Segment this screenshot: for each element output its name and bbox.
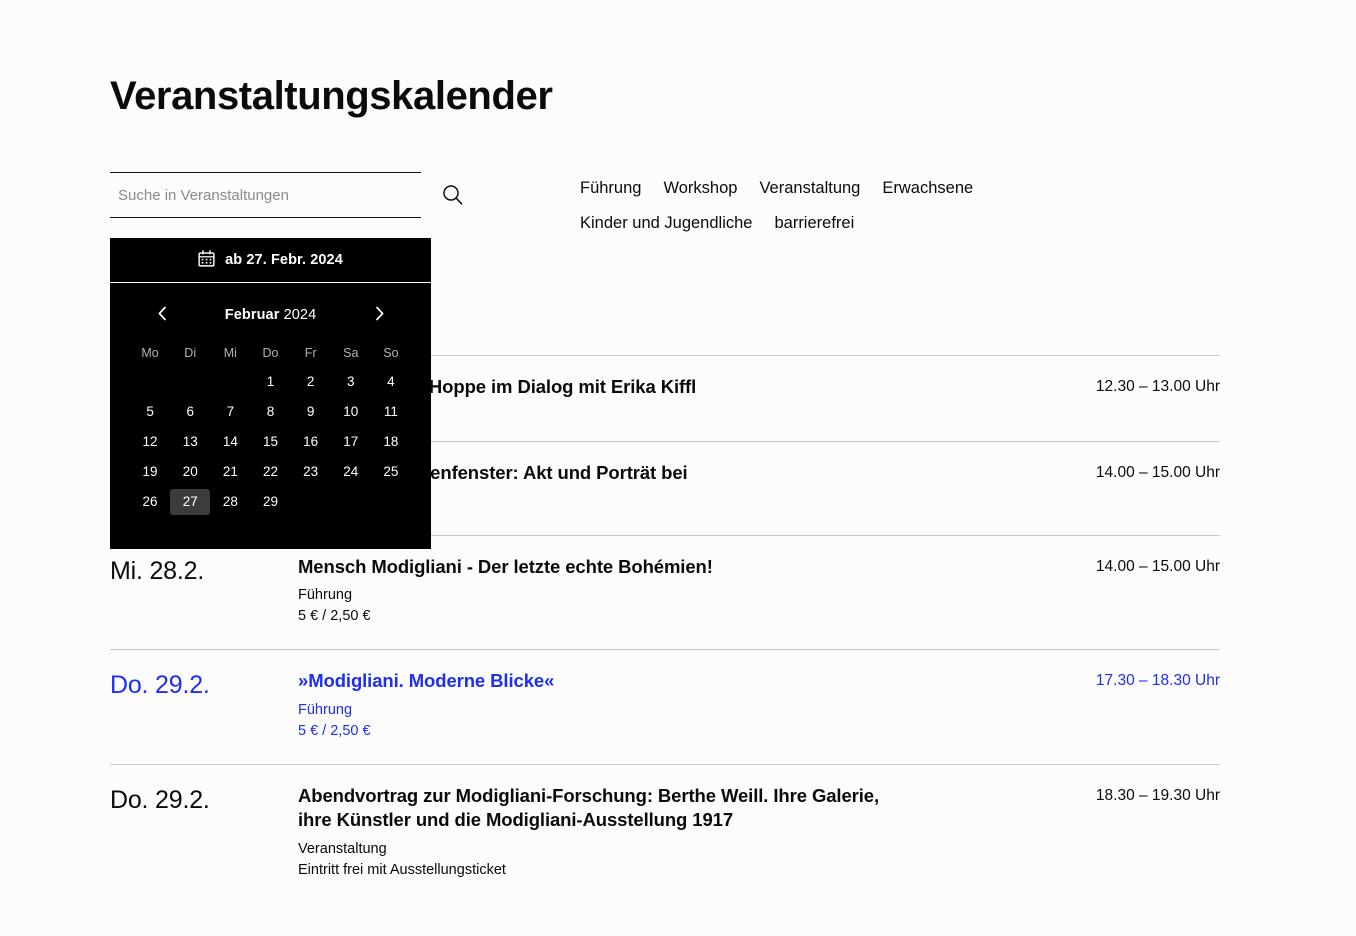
calendar-day-13[interactable]: 13 bbox=[170, 429, 210, 455]
calendar-day-8[interactable]: 8 bbox=[250, 399, 290, 425]
event-price: 5 € / 2,50 € bbox=[298, 722, 371, 739]
event-time: 14.00 – 15.00 Uhr bbox=[1095, 464, 1220, 481]
filter-tag-fuehrung[interactable]: Führung bbox=[580, 173, 641, 204]
calendar-weekday-so: So bbox=[383, 346, 399, 360]
event-category: Veranstaltung bbox=[298, 841, 387, 858]
filter-tag-barrierefrei[interactable]: barrierefrei bbox=[774, 208, 854, 239]
calendar-year-label: 2024 bbox=[283, 307, 317, 323]
calendar-day-15[interactable]: 15 bbox=[250, 429, 290, 455]
calendar-day-17[interactable]: 17 bbox=[331, 429, 371, 455]
filter-tag-kinder-und-jugendliche[interactable]: Kinder und Jugendliche bbox=[580, 208, 752, 239]
datepicker-toggle-button[interactable]: ab 27. Febr. 2024 bbox=[110, 238, 431, 282]
event-time: 17.30 – 18.30 Uhr bbox=[1095, 672, 1220, 690]
calendar-day-28[interactable]: 28 bbox=[210, 489, 250, 515]
calendar-day-18[interactable]: 18 bbox=[371, 429, 411, 455]
event-time: 14.00 – 15.00 Uhr bbox=[1095, 557, 1220, 575]
page-title: Veranstaltungskalender bbox=[110, 74, 553, 118]
calendar-day-12[interactable]: 12 bbox=[130, 429, 170, 455]
calendar-weekday-mi: Mi bbox=[223, 346, 237, 360]
calendar-day-2[interactable]: 2 bbox=[291, 369, 331, 395]
calendar-weekday-do: Do bbox=[262, 346, 279, 360]
calendar-day-24[interactable]: 24 bbox=[331, 459, 371, 485]
calendar-day-9[interactable]: 9 bbox=[291, 399, 331, 425]
calendar-month-label: Februar bbox=[224, 307, 280, 323]
search-input[interactable] bbox=[110, 173, 421, 217]
calendar-weekday-sa: Sa bbox=[343, 346, 359, 360]
calendar-day-16[interactable]: 16 bbox=[291, 429, 331, 455]
event-row[interactable]: Do. 29.2. »Modigliani. Moderne Blicke« Füh… bbox=[110, 649, 1220, 764]
chevron-left-icon bbox=[157, 306, 168, 324]
event-row[interactable]: Do. 29.2. Abendvortrag zur Modigliani-For… bbox=[110, 763, 1220, 903]
event-details: Abendvortrag zur Modigliani-Forschung: B… bbox=[298, 784, 938, 881]
event-category: Führung bbox=[298, 587, 353, 604]
calendar-day-19[interactable]: 19 bbox=[130, 459, 170, 485]
event-title: Abendvortrag zur Modigliani-Forschung: B… bbox=[298, 784, 880, 831]
datepicker: ab 27. Febr. 2024 Februar 2024 Mo Di Mi … bbox=[110, 238, 431, 549]
calendar-day-14[interactable]: 14 bbox=[210, 429, 250, 455]
calendar-day-6[interactable]: 6 bbox=[170, 399, 210, 425]
event-time: 18.30 – 19.30 Uhr bbox=[1095, 786, 1220, 804]
event-row[interactable]: Mi. 28.2. Mensch Modigliani - Der letzte … bbox=[110, 534, 1220, 650]
calendar-day-23[interactable]: 23 bbox=[291, 459, 331, 485]
calendar-empty-cell bbox=[210, 369, 250, 395]
search-submit-button[interactable] bbox=[436, 180, 468, 212]
calendar-day-22[interactable]: 22 bbox=[250, 459, 290, 485]
event-title: »Modigliani. Moderne Blicke« bbox=[298, 670, 555, 692]
calendar-icon bbox=[198, 249, 215, 271]
calendar-weekday-fr: Fr bbox=[304, 346, 317, 360]
datepicker-panel: Februar 2024 Mo Di Mi Do Fr Sa So 1 2 3 4 5 6 7 8 9 10 11… bbox=[110, 283, 431, 549]
calendar-day-4[interactable]: 4 bbox=[371, 369, 411, 395]
chevron-right-icon bbox=[374, 306, 385, 324]
datepicker-toggle-label: ab 27. Febr. 2024 bbox=[225, 252, 343, 268]
search-field[interactable] bbox=[110, 172, 421, 218]
calendar-day-11[interactable]: 11 bbox=[371, 399, 411, 425]
calendar-day-20[interactable]: 20 bbox=[170, 459, 210, 485]
calendar-next-month-button[interactable] bbox=[369, 305, 389, 325]
search-icon bbox=[442, 184, 463, 208]
event-date: Do. 29.2. bbox=[110, 671, 210, 700]
calendar-day-21[interactable]: 21 bbox=[210, 459, 250, 485]
calendar-day-27[interactable]: 27 bbox=[170, 489, 211, 515]
calendar-day-1[interactable]: 1 bbox=[250, 369, 290, 395]
event-date: Do. 29.2. bbox=[110, 785, 210, 814]
event-calendar-page: Veranstaltungskalender Führung Workshop … bbox=[0, 0, 1356, 936]
calendar-empty-cell bbox=[170, 369, 210, 395]
calendar-prev-month-button[interactable] bbox=[152, 305, 172, 325]
filter-tag-veranstaltung[interactable]: Veranstaltung bbox=[759, 173, 860, 204]
calendar-day-26[interactable]: 26 bbox=[130, 489, 170, 515]
calendar-day-29[interactable]: 29 bbox=[250, 489, 290, 515]
event-title: Mensch Modigliani - Der letzte echte Boh… bbox=[298, 555, 713, 577]
calendar-day-5[interactable]: 5 bbox=[130, 399, 170, 425]
calendar-day-3[interactable]: 3 bbox=[331, 369, 371, 395]
event-details: »Modigliani. Moderne Blicke« Führung 5 € /… bbox=[298, 669, 938, 742]
event-price: Eintritt frei mit Ausstellungsticket bbox=[298, 862, 506, 879]
event-price: 5 € / 2,50 € bbox=[298, 608, 371, 625]
calendar-grid: Mo Di Mi Do Fr Sa So 1 2 3 4 5 6 7 8 9 10 11 12 13 14 15 16 17 1… bbox=[130, 341, 411, 515]
calendar-empty-cell bbox=[130, 369, 170, 395]
calendar-day-25[interactable]: 25 bbox=[371, 459, 411, 485]
calendar-weekday-di: Di bbox=[184, 346, 197, 360]
filter-tag-workshop[interactable]: Workshop bbox=[663, 173, 737, 204]
calendar-day-10[interactable]: 10 bbox=[331, 399, 371, 425]
event-date: Mi. 28.2. bbox=[110, 556, 205, 585]
filter-tag-list: Führung Workshop Veranstaltung Erwachsen… bbox=[580, 173, 1060, 239]
filter-tag-erwachsene[interactable]: Erwachsene bbox=[882, 173, 973, 204]
event-category: Führung bbox=[298, 701, 353, 718]
search-area bbox=[110, 172, 470, 218]
event-details: Mensch Modigliani - Der letzte echte Boh… bbox=[298, 555, 938, 628]
calendar-weekday-mo: Mo bbox=[141, 346, 159, 360]
event-time: 12.30 – 13.00 Uhr bbox=[1095, 378, 1220, 395]
calendar-header: Februar 2024 bbox=[130, 305, 411, 325]
calendar-day-7[interactable]: 7 bbox=[210, 399, 250, 425]
calendar-month-year: Februar 2024 bbox=[225, 307, 317, 323]
